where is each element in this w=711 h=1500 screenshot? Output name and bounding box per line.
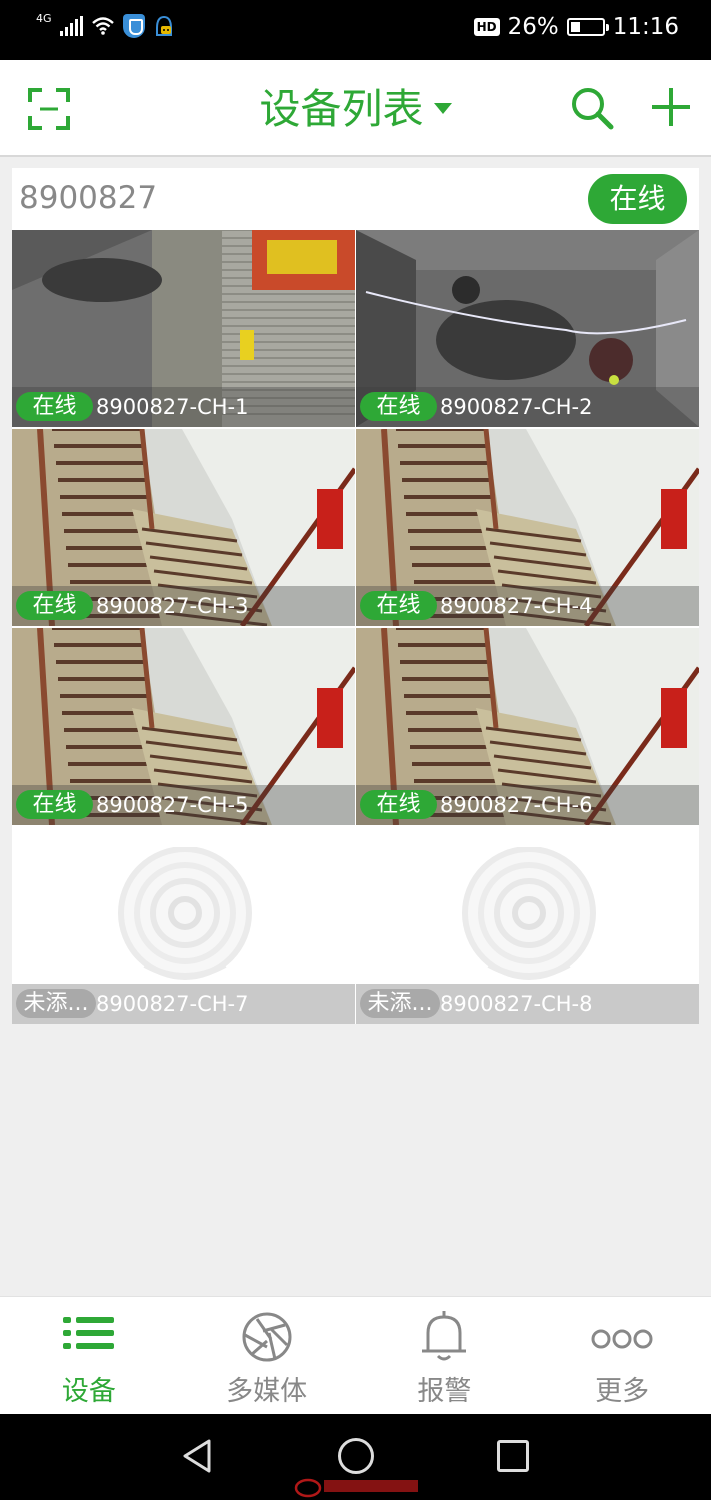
channel-tile[interactable]: 在线 8900827-CH-2 bbox=[356, 230, 699, 427]
hd-badge: HD bbox=[473, 18, 500, 36]
channel-tile[interactable]: 未添... 8900827-CH-8 bbox=[356, 827, 699, 1024]
channel-tile[interactable]: 在线 8900827-CH-5 bbox=[12, 628, 355, 825]
device-name: 8900827 bbox=[19, 180, 158, 216]
nav-devices[interactable]: 设备 bbox=[0, 1297, 178, 1414]
bottom-nav: 设备 多媒体 报警 更多 bbox=[0, 1296, 711, 1414]
channel-tile[interactable]: 在线 8900827-CH-1 bbox=[12, 230, 355, 427]
bell-icon bbox=[422, 1311, 467, 1361]
back-icon[interactable] bbox=[181, 1438, 213, 1474]
channel-name: 8900827-CH-1 bbox=[96, 395, 249, 419]
channel-status-badge: 在线 bbox=[16, 392, 93, 421]
nav-label-more: 更多 bbox=[595, 1376, 650, 1407]
battery-level bbox=[570, 22, 580, 32]
system-nav-bar bbox=[0, 1414, 711, 1500]
channel-status-badge: 未添... bbox=[360, 989, 440, 1018]
device-status-badge: 在线 bbox=[588, 174, 687, 224]
camera-placeholder-icon bbox=[118, 847, 252, 980]
clock: 11:16 bbox=[612, 14, 679, 40]
signal-icon bbox=[59, 16, 83, 36]
channel-status-badge: 未添... bbox=[16, 989, 96, 1018]
channel-name: 8900827-CH-7 bbox=[96, 992, 249, 1016]
page-title-text: 设备列表 bbox=[259, 85, 424, 133]
search-icon[interactable] bbox=[570, 86, 614, 130]
channel-grid: 在线 8900827-CH-1 在线 8900827-CH-2 在线 8900827-CH… bbox=[12, 230, 699, 1024]
channel-name: 8900827-CH-5 bbox=[96, 793, 249, 817]
camera-placeholder-icon bbox=[462, 847, 596, 980]
channel-name: 8900827-CH-3 bbox=[96, 594, 249, 618]
caret-down-icon bbox=[433, 102, 452, 114]
device-header[interactable]: 8900827 在线 bbox=[12, 168, 699, 230]
battery-percent: 26% bbox=[507, 14, 559, 40]
channel-status-badge: 在线 bbox=[360, 392, 437, 421]
channel-tile[interactable]: 未添... 8900827-CH-7 bbox=[12, 827, 355, 1024]
device-card: 8900827 在线 在线 8900827-CH-1 在线 8900827-CH-2 在… bbox=[12, 168, 699, 1024]
channel-tile[interactable]: 在线 8900827-CH-3 bbox=[12, 429, 355, 626]
channel-status-badge: 在线 bbox=[360, 790, 437, 819]
channel-name: 8900827-CH-6 bbox=[440, 793, 593, 817]
battery-icon bbox=[566, 18, 609, 36]
wifi-icon bbox=[91, 17, 114, 35]
network-type: 4G bbox=[36, 11, 52, 25]
nav-more[interactable]: 更多 bbox=[533, 1297, 711, 1414]
channel-tile[interactable]: 在线 8900827-CH-4 bbox=[356, 429, 699, 626]
nav-label-alarm: 报警 bbox=[417, 1376, 472, 1407]
nav-label-devices: 设备 bbox=[61, 1376, 116, 1407]
nav-multimedia[interactable]: 多媒体 bbox=[178, 1297, 356, 1414]
status-right: HD 26% 11:16 bbox=[473, 14, 679, 40]
robot-icon bbox=[155, 15, 172, 36]
nav-alarm[interactable]: 报警 bbox=[356, 1297, 534, 1414]
home-icon[interactable] bbox=[338, 1438, 374, 1474]
channel-status-badge: 在线 bbox=[360, 591, 437, 620]
channel-name: 8900827-CH-4 bbox=[440, 594, 593, 618]
shield-icon bbox=[122, 14, 145, 38]
recents-icon[interactable] bbox=[497, 1440, 529, 1472]
nav-label-multimedia: 多媒体 bbox=[226, 1376, 308, 1407]
channel-name: 8900827-CH-2 bbox=[440, 395, 593, 419]
status-left: 4G bbox=[36, 11, 175, 38]
channel-status-badge: 在线 bbox=[16, 591, 93, 620]
list-icon bbox=[62, 1317, 114, 1349]
aperture-icon bbox=[242, 1312, 292, 1362]
channel-name: 8900827-CH-8 bbox=[440, 992, 593, 1016]
channel-status-badge: 在线 bbox=[16, 790, 93, 819]
status-bar: 4G HD 26% 11:16 bbox=[0, 0, 711, 60]
more-icon bbox=[591, 1329, 653, 1349]
add-icon[interactable] bbox=[650, 86, 692, 128]
channel-tile[interactable]: 在线 8900827-CH-6 bbox=[356, 628, 699, 825]
watermark-logo bbox=[294, 1478, 418, 1498]
